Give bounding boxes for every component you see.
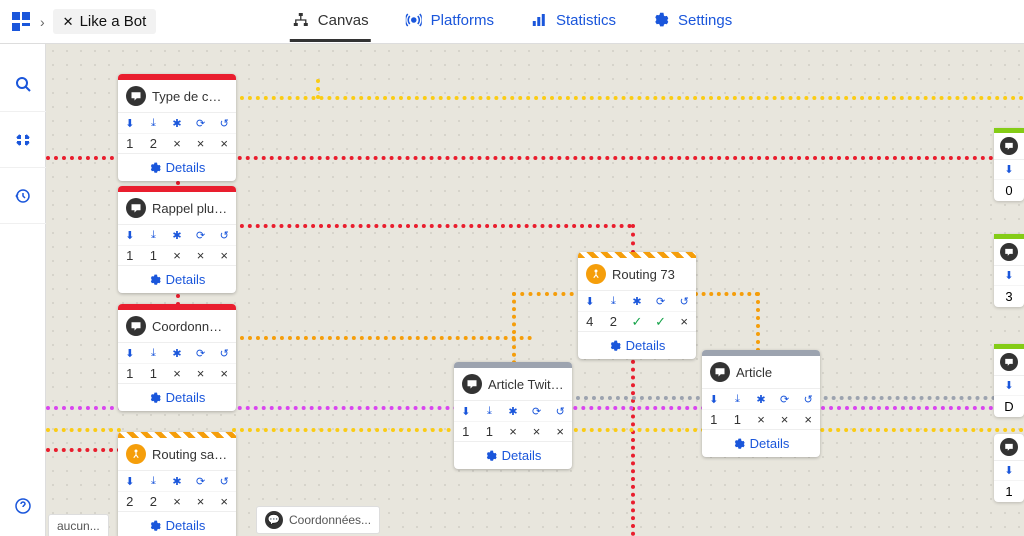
details-button[interactable]: Details [578, 331, 696, 359]
node-stats: ⬇⤓✱⟳↺11××× [454, 400, 572, 441]
node-header: Routing 73 [578, 258, 696, 290]
routing-icon [586, 264, 606, 284]
node-title: Routing 73 [612, 267, 675, 282]
breadcrumb: › ✕ Like a Bot [12, 9, 156, 34]
tab-canvas[interactable]: Canvas [290, 1, 371, 42]
node-title: Rappel plus t... [152, 201, 228, 216]
node-header: Article [702, 356, 820, 388]
node-stats: ⬇⤓✱⟳↺11××× [118, 342, 236, 383]
tab-settings[interactable]: Settings [650, 1, 734, 42]
wire [512, 292, 582, 296]
header: › ✕ Like a Bot Canvas Platforms Statisti… [0, 0, 1024, 44]
tab-platforms[interactable]: Platforms [403, 1, 496, 42]
node-title: Article [736, 365, 772, 380]
wire [232, 224, 632, 228]
node-partial[interactable]: ⬇ D [994, 344, 1024, 417]
details-button[interactable]: Details [702, 429, 820, 457]
node-coord1[interactable]: Coordonnée ... ⬇⤓✱⟳↺11××× Details [118, 304, 236, 411]
message-icon [126, 198, 146, 218]
message-icon [126, 86, 146, 106]
node-stats: ⬇⤓✱⟳↺11××× [118, 224, 236, 265]
app-name[interactable]: ✕ Like a Bot [53, 9, 157, 34]
wire [46, 428, 121, 432]
tab-statistics[interactable]: Statistics [528, 1, 618, 42]
wire [46, 448, 121, 452]
tab-label: Settings [678, 12, 732, 29]
sitemap-icon [292, 11, 310, 29]
message-icon [126, 316, 146, 336]
node-title: Routing saisi... [152, 447, 228, 462]
tabs: Canvas Platforms Statistics Settings [290, 1, 734, 42]
wire [512, 292, 516, 372]
node-header: Routing saisi... [118, 438, 236, 470]
tab-label: Canvas [318, 12, 369, 29]
node-stats: ⬇⤓✱⟳↺11××× [702, 388, 820, 429]
message-icon: 💬 [265, 511, 283, 529]
node-article[interactable]: Article ⬇⤓✱⟳↺11××× Details [702, 350, 820, 457]
rail-help[interactable] [0, 486, 46, 526]
rail-history[interactable] [0, 168, 46, 224]
wire [232, 96, 1024, 100]
message-icon [462, 374, 482, 394]
node-stats: ⬇⤓✱⟳↺22××× [118, 470, 236, 511]
message-icon [1000, 353, 1018, 371]
node-articletw[interactable]: Article Twitter ⬇⤓✱⟳↺11××× Details [454, 362, 572, 469]
node-header: Rappel plus t... [118, 192, 236, 224]
node-routing73[interactable]: Routing 73 ⬇⤓✱⟳↺42✓✓× Details [578, 252, 696, 359]
message-icon [1000, 243, 1018, 261]
node-partial[interactable]: ⬇ 3 [994, 234, 1024, 307]
tab-label: Statistics [556, 12, 616, 29]
node-stats: ⬇⤓✱⟳↺12××× [118, 112, 236, 153]
details-button[interactable]: Details [118, 153, 236, 181]
wire [631, 352, 635, 536]
node-header: Article Twitter [454, 368, 572, 400]
tab-label: Platforms [431, 12, 494, 29]
routing-icon [126, 444, 146, 464]
node-type[interactable]: Type de cont... ⬇⤓✱⟳↺12××× Details [118, 74, 236, 181]
wire [756, 292, 760, 352]
rail-search[interactable] [0, 56, 46, 112]
wire [631, 224, 635, 254]
chart-icon [530, 11, 548, 29]
tools-icon: ✕ [63, 14, 74, 30]
chip[interactable]: aucun... [48, 514, 109, 536]
node-title: Coordonnée ... [152, 319, 228, 334]
details-button[interactable]: Details [118, 383, 236, 411]
wire [316, 79, 320, 99]
node-title: Type de cont... [152, 89, 228, 104]
message-icon [1000, 438, 1018, 456]
message-icon [710, 362, 730, 382]
home-icon[interactable] [12, 12, 32, 32]
node-partial[interactable]: ⬇ 1 [994, 434, 1024, 502]
node-partial[interactable]: ⬇ 0 [994, 128, 1024, 201]
chevron-right-icon: › [40, 14, 45, 30]
node-rappel[interactable]: Rappel plus t... ⬇⤓✱⟳↺11××× Details [118, 186, 236, 293]
left-rail [0, 44, 46, 536]
chip[interactable]: 💬 Coordonnées... [256, 506, 380, 534]
node-header: Coordonnée ... [118, 310, 236, 342]
wire [694, 292, 759, 296]
node-routing-saisi[interactable]: Routing saisi... ⬇⤓✱⟳↺22××× Details [118, 432, 236, 536]
broadcast-icon [405, 11, 423, 29]
rail-collapse[interactable] [0, 112, 46, 168]
wire [232, 336, 532, 340]
node-stats: ⬇⤓✱⟳↺42✓✓× [578, 290, 696, 331]
details-button[interactable]: Details [118, 511, 236, 536]
node-title: Article Twitter [488, 377, 564, 392]
node-header: Type de cont... [118, 80, 236, 112]
details-button[interactable]: Details [118, 265, 236, 293]
message-icon [1000, 137, 1018, 155]
canvas-area[interactable]: Type de cont... ⬇⤓✱⟳↺12××× Details Rappe… [46, 44, 1024, 536]
details-button[interactable]: Details [454, 441, 572, 469]
gear-icon [652, 11, 670, 29]
wire [232, 428, 1024, 432]
app-name-label: Like a Bot [80, 13, 147, 30]
